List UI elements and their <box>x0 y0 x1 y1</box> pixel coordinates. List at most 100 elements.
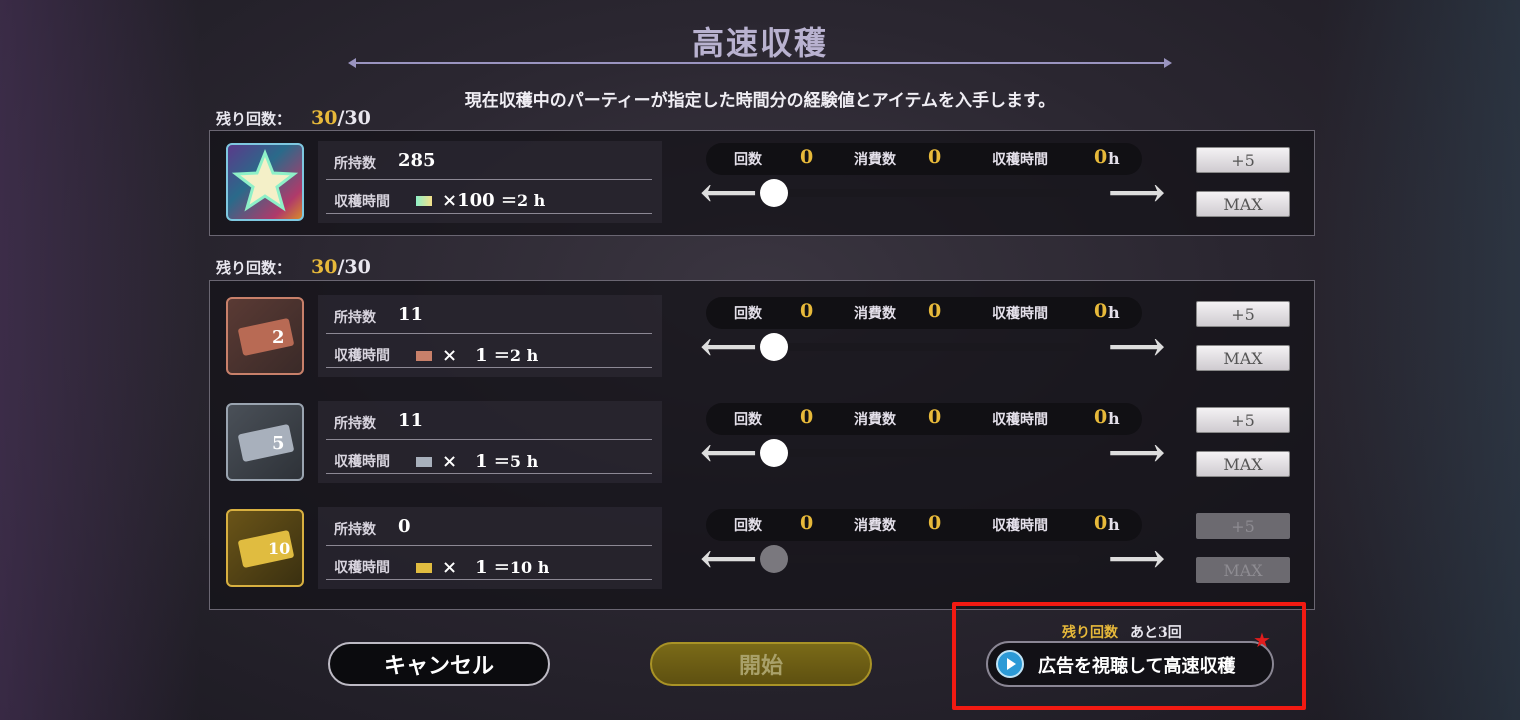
stats-bar: 回数 0 消費数 0 収穫時間 0 h <box>706 297 1142 329</box>
silver-ticket-icon: 5 <box>226 403 304 481</box>
count-slider[interactable] <box>770 555 1080 563</box>
consume-label: 消費数 <box>854 412 896 428</box>
increase-arrow-icon[interactable]: ⟶ <box>1108 327 1165 367</box>
time-formula: × 1 ＝2 h <box>416 341 538 367</box>
harvest-time-label: 収穫時間 <box>992 152 1048 168</box>
multiplier: × 1 <box>442 451 488 472</box>
owned-count: 11 <box>398 410 424 431</box>
count-slider[interactable] <box>770 189 1080 197</box>
time-label: 収穫時間 <box>334 454 390 470</box>
count-label: 回数 <box>734 152 762 168</box>
owned-label: 所持数 <box>334 310 376 326</box>
star-mini-icon <box>416 196 432 206</box>
time-label: 収穫時間 <box>334 560 390 576</box>
star-badge-icon: ★ <box>1253 628 1271 652</box>
slider-knob[interactable] <box>760 179 788 207</box>
owned-label: 所持数 <box>334 156 376 172</box>
time-result: ＝2 h <box>493 346 539 365</box>
rainbow-star-icon <box>226 143 304 221</box>
stats-bar: 回数 0 消費数 0 収穫時間 0 h <box>706 509 1142 541</box>
harvest-row-star: 所持数 285 収穫時間 ×100 ＝2 h 回数 0 消費数 0 収穫時間 0… <box>210 131 1314 231</box>
slider-knob[interactable] <box>760 333 788 361</box>
increase-arrow-icon[interactable]: ⟶ <box>1108 433 1165 473</box>
cancel-button[interactable]: キャンセル <box>328 642 550 686</box>
count-slider[interactable] <box>770 449 1080 457</box>
harvest-row-silver: 5 所持数 11 収穫時間 × 1 ＝5 h 回数 0 消費数 0 収穫時間 0… <box>210 391 1314 491</box>
consume-value: 0 <box>928 512 942 534</box>
ticket-label: 10 <box>268 539 291 558</box>
count-value: 0 <box>800 300 814 322</box>
consume-label: 消費数 <box>854 306 896 322</box>
count-value: 0 <box>800 512 814 534</box>
time-formula: × 1 ＝5 h <box>416 447 538 473</box>
max-button[interactable]: MAX <box>1196 345 1290 371</box>
remaining-current: 30 <box>311 256 338 278</box>
remaining-label: 残り回数： <box>216 259 292 277</box>
watch-ad-button[interactable]: 広告を視聴して高速収穫 <box>986 641 1274 687</box>
count-value: 0 <box>800 146 814 168</box>
max-button[interactable]: MAX <box>1196 191 1290 217</box>
slider-knob[interactable] <box>760 439 788 467</box>
time-label: 収穫時間 <box>334 194 390 210</box>
bronze-ticket-icon: 2 <box>226 297 304 375</box>
hour-unit: h <box>1108 409 1120 428</box>
gold-ticket-icon: 10 <box>226 509 304 587</box>
count-label: 回数 <box>734 306 762 322</box>
ticket-mini-icon <box>416 563 432 573</box>
decrease-arrow-icon[interactable]: ⟵ <box>700 327 757 367</box>
owned-count: 0 <box>398 516 411 537</box>
time-result: ＝10 h <box>493 558 550 577</box>
start-button[interactable]: 開始 <box>650 642 872 686</box>
ticket-mini-icon <box>416 457 432 467</box>
increase-arrow-icon[interactable]: ⟶ <box>1108 539 1165 579</box>
item-info: 所持数 11 収穫時間 × 1 ＝5 h <box>318 401 662 483</box>
remaining-current: 30 <box>311 107 338 129</box>
plus5-button[interactable]: +5 <box>1196 147 1290 173</box>
hour-unit: h <box>1108 515 1120 534</box>
plus5-button[interactable]: +5 <box>1196 407 1290 433</box>
count-label: 回数 <box>734 412 762 428</box>
time-result: ＝2 h <box>500 191 546 210</box>
harvest-time-value: 0 <box>1094 512 1108 534</box>
item-info: 所持数 285 収穫時間 ×100 ＝2 h <box>318 141 662 223</box>
owned-count: 285 <box>398 150 436 171</box>
decrease-arrow-icon[interactable]: ⟵ <box>700 433 757 473</box>
remaining-label: 残り回数： <box>216 110 292 128</box>
ticket-label: 2 <box>272 327 285 348</box>
consume-value: 0 <box>928 300 942 322</box>
consume-label: 消費数 <box>854 518 896 534</box>
count-slider[interactable] <box>770 343 1080 351</box>
hour-unit: h <box>1108 149 1120 168</box>
ticket-mini-icon <box>416 351 432 361</box>
page-title: 高速収穫 <box>691 24 828 62</box>
slider-knob[interactable] <box>760 545 788 573</box>
title-divider <box>348 58 1172 68</box>
multiplier: ×100 <box>442 190 495 211</box>
multiplier: × 1 <box>442 345 488 366</box>
increase-arrow-icon[interactable]: ⟶ <box>1108 173 1165 213</box>
stats-bar: 回数 0 消費数 0 収穫時間 0 h <box>706 403 1142 435</box>
harvest-time-label: 収穫時間 <box>992 518 1048 534</box>
item-info: 所持数 11 収穫時間 × 1 ＝2 h <box>318 295 662 377</box>
decrease-arrow-icon[interactable]: ⟵ <box>700 173 757 213</box>
harvest-row-gold: 10 所持数 0 収穫時間 × 1 ＝10 h 回数 0 消費数 0 収穫時間 … <box>210 497 1314 597</box>
hour-unit: h <box>1108 303 1120 322</box>
decrease-arrow-icon[interactable]: ⟵ <box>700 539 757 579</box>
harvest-time-value: 0 <box>1094 146 1108 168</box>
time-label: 収穫時間 <box>334 348 390 364</box>
time-result: ＝5 h <box>493 452 539 471</box>
play-icon <box>996 650 1024 678</box>
consume-value: 0 <box>928 406 942 428</box>
harvest-row-bronze: 2 所持数 11 収穫時間 × 1 ＝2 h 回数 0 消費数 0 収穫時間 0… <box>210 285 1314 385</box>
plus5-button[interactable]: +5 <box>1196 301 1290 327</box>
owned-label: 所持数 <box>334 522 376 538</box>
max-button[interactable]: MAX <box>1196 451 1290 477</box>
harvest-time-value: 0 <box>1094 406 1108 428</box>
count-value: 0 <box>800 406 814 428</box>
plus5-button[interactable]: +5 <box>1196 513 1290 539</box>
item-info: 所持数 0 収穫時間 × 1 ＝10 h <box>318 507 662 589</box>
remaining-max: /30 <box>337 107 371 129</box>
harvest-panel-tickets: 2 所持数 11 収穫時間 × 1 ＝2 h 回数 0 消費数 0 収穫時間 0… <box>209 280 1315 610</box>
owned-count: 11 <box>398 304 424 325</box>
max-button[interactable]: MAX <box>1196 557 1290 583</box>
